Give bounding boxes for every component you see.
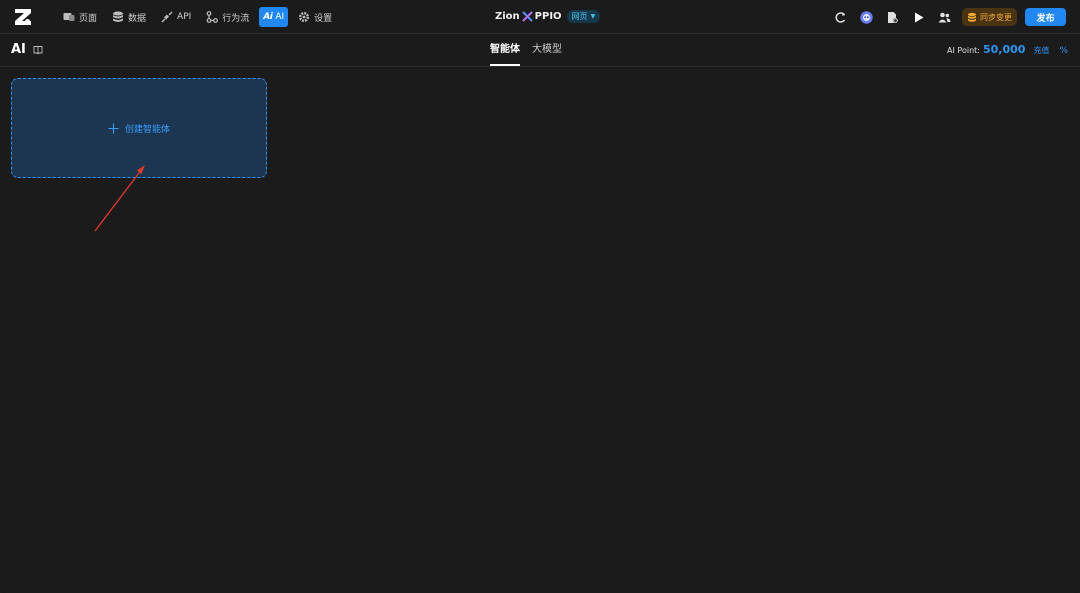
nav-item-label: 数据 bbox=[128, 13, 147, 24]
document-settings-button[interactable] bbox=[882, 7, 902, 27]
nav-item-label: AI bbox=[275, 12, 285, 22]
plus-icon bbox=[108, 123, 119, 133]
nav-item-label: API bbox=[177, 12, 192, 22]
nav-item-api[interactable]: API bbox=[156, 7, 196, 27]
nav-item-label: 页面 bbox=[79, 13, 98, 24]
ai-points-display: AI Point: 50,000 充值 % bbox=[947, 43, 1068, 56]
main-nav: 页面 数据 API 行为流 Ai AI 设置 bbox=[58, 7, 342, 27]
api-icon bbox=[161, 11, 173, 23]
project-name-left: Zion bbox=[495, 11, 520, 22]
collaborators-button[interactable] bbox=[934, 7, 954, 27]
preview-button[interactable] bbox=[908, 7, 928, 27]
annotation-arrow-icon bbox=[94, 165, 145, 232]
ai-assistant-button[interactable] bbox=[856, 7, 876, 27]
nav-item-data[interactable]: 数据 bbox=[107, 7, 151, 27]
nav-item-settings[interactable]: 设置 bbox=[293, 7, 337, 27]
ai-points-value: 50,000 bbox=[982, 43, 1026, 56]
create-agent-label: 创建智能体 bbox=[124, 124, 170, 135]
ai-points-label: AI Point: bbox=[947, 46, 980, 55]
cross-icon bbox=[521, 11, 533, 22]
users-icon bbox=[938, 12, 950, 22]
flow-icon bbox=[206, 11, 219, 23]
ai-icon: Ai bbox=[263, 12, 273, 22]
nav-item-label: 行为流 bbox=[222, 13, 250, 24]
nav-item-ai[interactable]: Ai AI bbox=[259, 7, 289, 27]
nav-item-pages[interactable]: 页面 bbox=[58, 7, 102, 27]
page-type-badge[interactable]: 网页 ▼ bbox=[566, 10, 601, 23]
play-icon bbox=[914, 12, 923, 22]
database-icon bbox=[113, 11, 124, 22]
document-gear-icon bbox=[887, 11, 898, 23]
page-icon bbox=[63, 13, 75, 21]
zion-logo-icon[interactable] bbox=[14, 8, 32, 26]
sync-changes-label: 同步变更 bbox=[980, 12, 1012, 22]
refresh-button[interactable] bbox=[830, 7, 850, 27]
refresh-icon bbox=[835, 11, 845, 23]
assistant-avatar-icon bbox=[859, 10, 873, 24]
book-icon[interactable] bbox=[33, 45, 43, 55]
nav-item-flow[interactable]: 行为流 bbox=[201, 7, 254, 27]
project-name-right: PPIO bbox=[534, 11, 562, 22]
sync-stack-icon bbox=[968, 12, 976, 22]
gear-icon bbox=[299, 12, 310, 22]
page-type-label: 网页 bbox=[571, 12, 588, 21]
top-toolbar: 页面 数据 API 行为流 Ai AI 设置 Zion PPIO 网页 ▼ 同步… bbox=[0, 0, 1080, 34]
tab-bar: 智能体 大模型 bbox=[490, 34, 574, 66]
section-header: AI 智能体 大模型 AI Point: 50,000 充值 % bbox=[0, 34, 1080, 67]
toolbar-actions: 同步变更 发布 bbox=[824, 7, 1066, 27]
app-window: 页面 数据 API 行为流 Ai AI 设置 Zion PPIO 网页 ▼ 同步… bbox=[0, 0, 1080, 593]
caret-down-icon: ▼ bbox=[590, 13, 596, 20]
sync-changes-button[interactable]: 同步变更 bbox=[962, 8, 1017, 26]
recharge-link[interactable]: 充值 bbox=[1033, 45, 1049, 56]
tab-agents[interactable]: 智能体 bbox=[490, 34, 520, 66]
page-title: AI bbox=[11, 42, 26, 57]
project-switcher[interactable]: Zion PPIO 网页 ▼ bbox=[495, 10, 601, 23]
publish-button[interactable]: 发布 bbox=[1025, 8, 1066, 26]
tab-models[interactable]: 大模型 bbox=[532, 34, 562, 66]
nav-item-label: 设置 bbox=[314, 13, 333, 24]
percent-icon[interactable]: % bbox=[1059, 46, 1068, 56]
